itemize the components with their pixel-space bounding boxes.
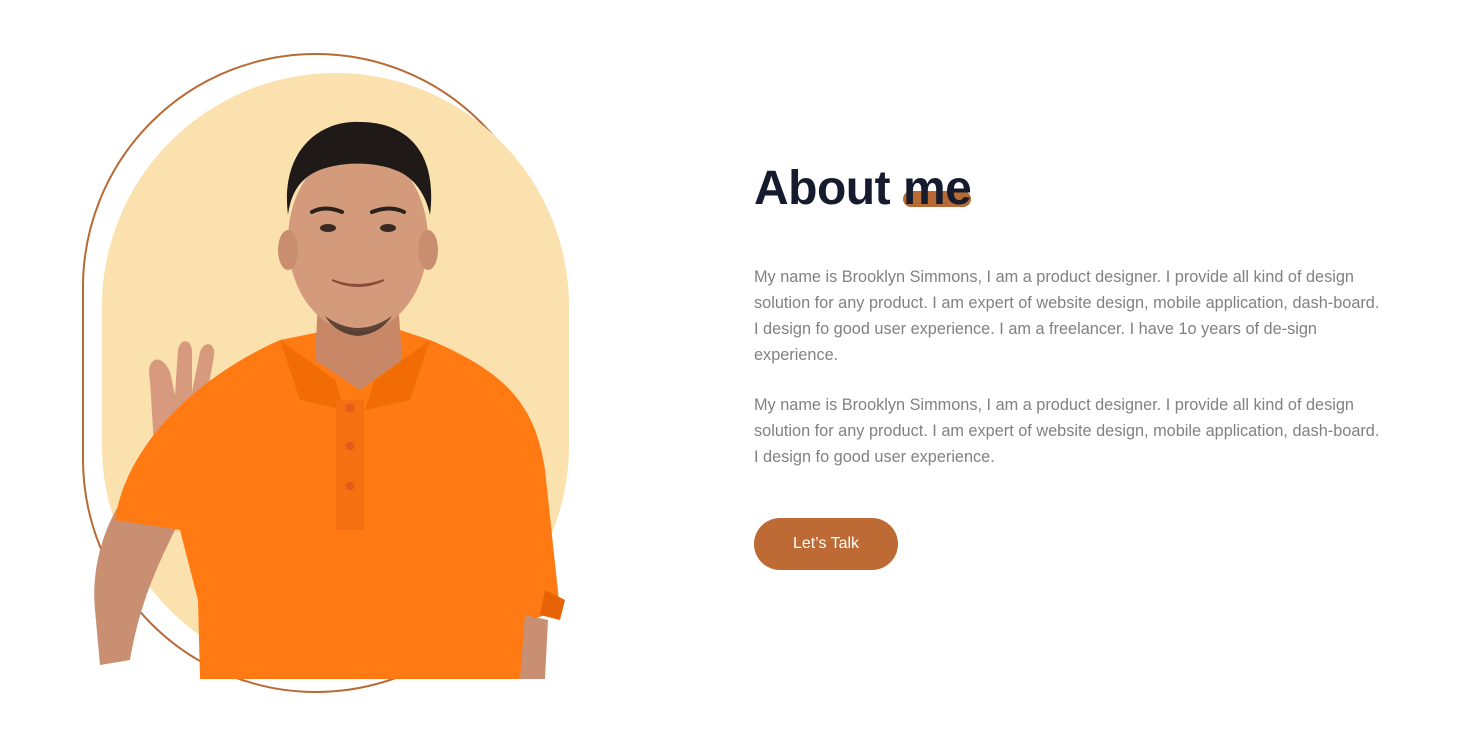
- heading-prefix: About: [754, 162, 891, 215]
- about-heading: About me: [754, 161, 972, 217]
- about-section: About me My name is Brooklyn Simmons, I …: [0, 0, 1464, 738]
- profile-visual: [0, 0, 640, 738]
- about-paragraph-2: My name is Brooklyn Simmons, I am a prod…: [754, 396, 1380, 466]
- about-paragraph-1: My name is Brooklyn Simmons, I am a prod…: [754, 268, 1380, 364]
- profile-photo: [94, 121, 565, 679]
- heading-highlight: me: [902, 162, 972, 215]
- lets-talk-button[interactable]: Let’s Talk: [754, 518, 898, 570]
